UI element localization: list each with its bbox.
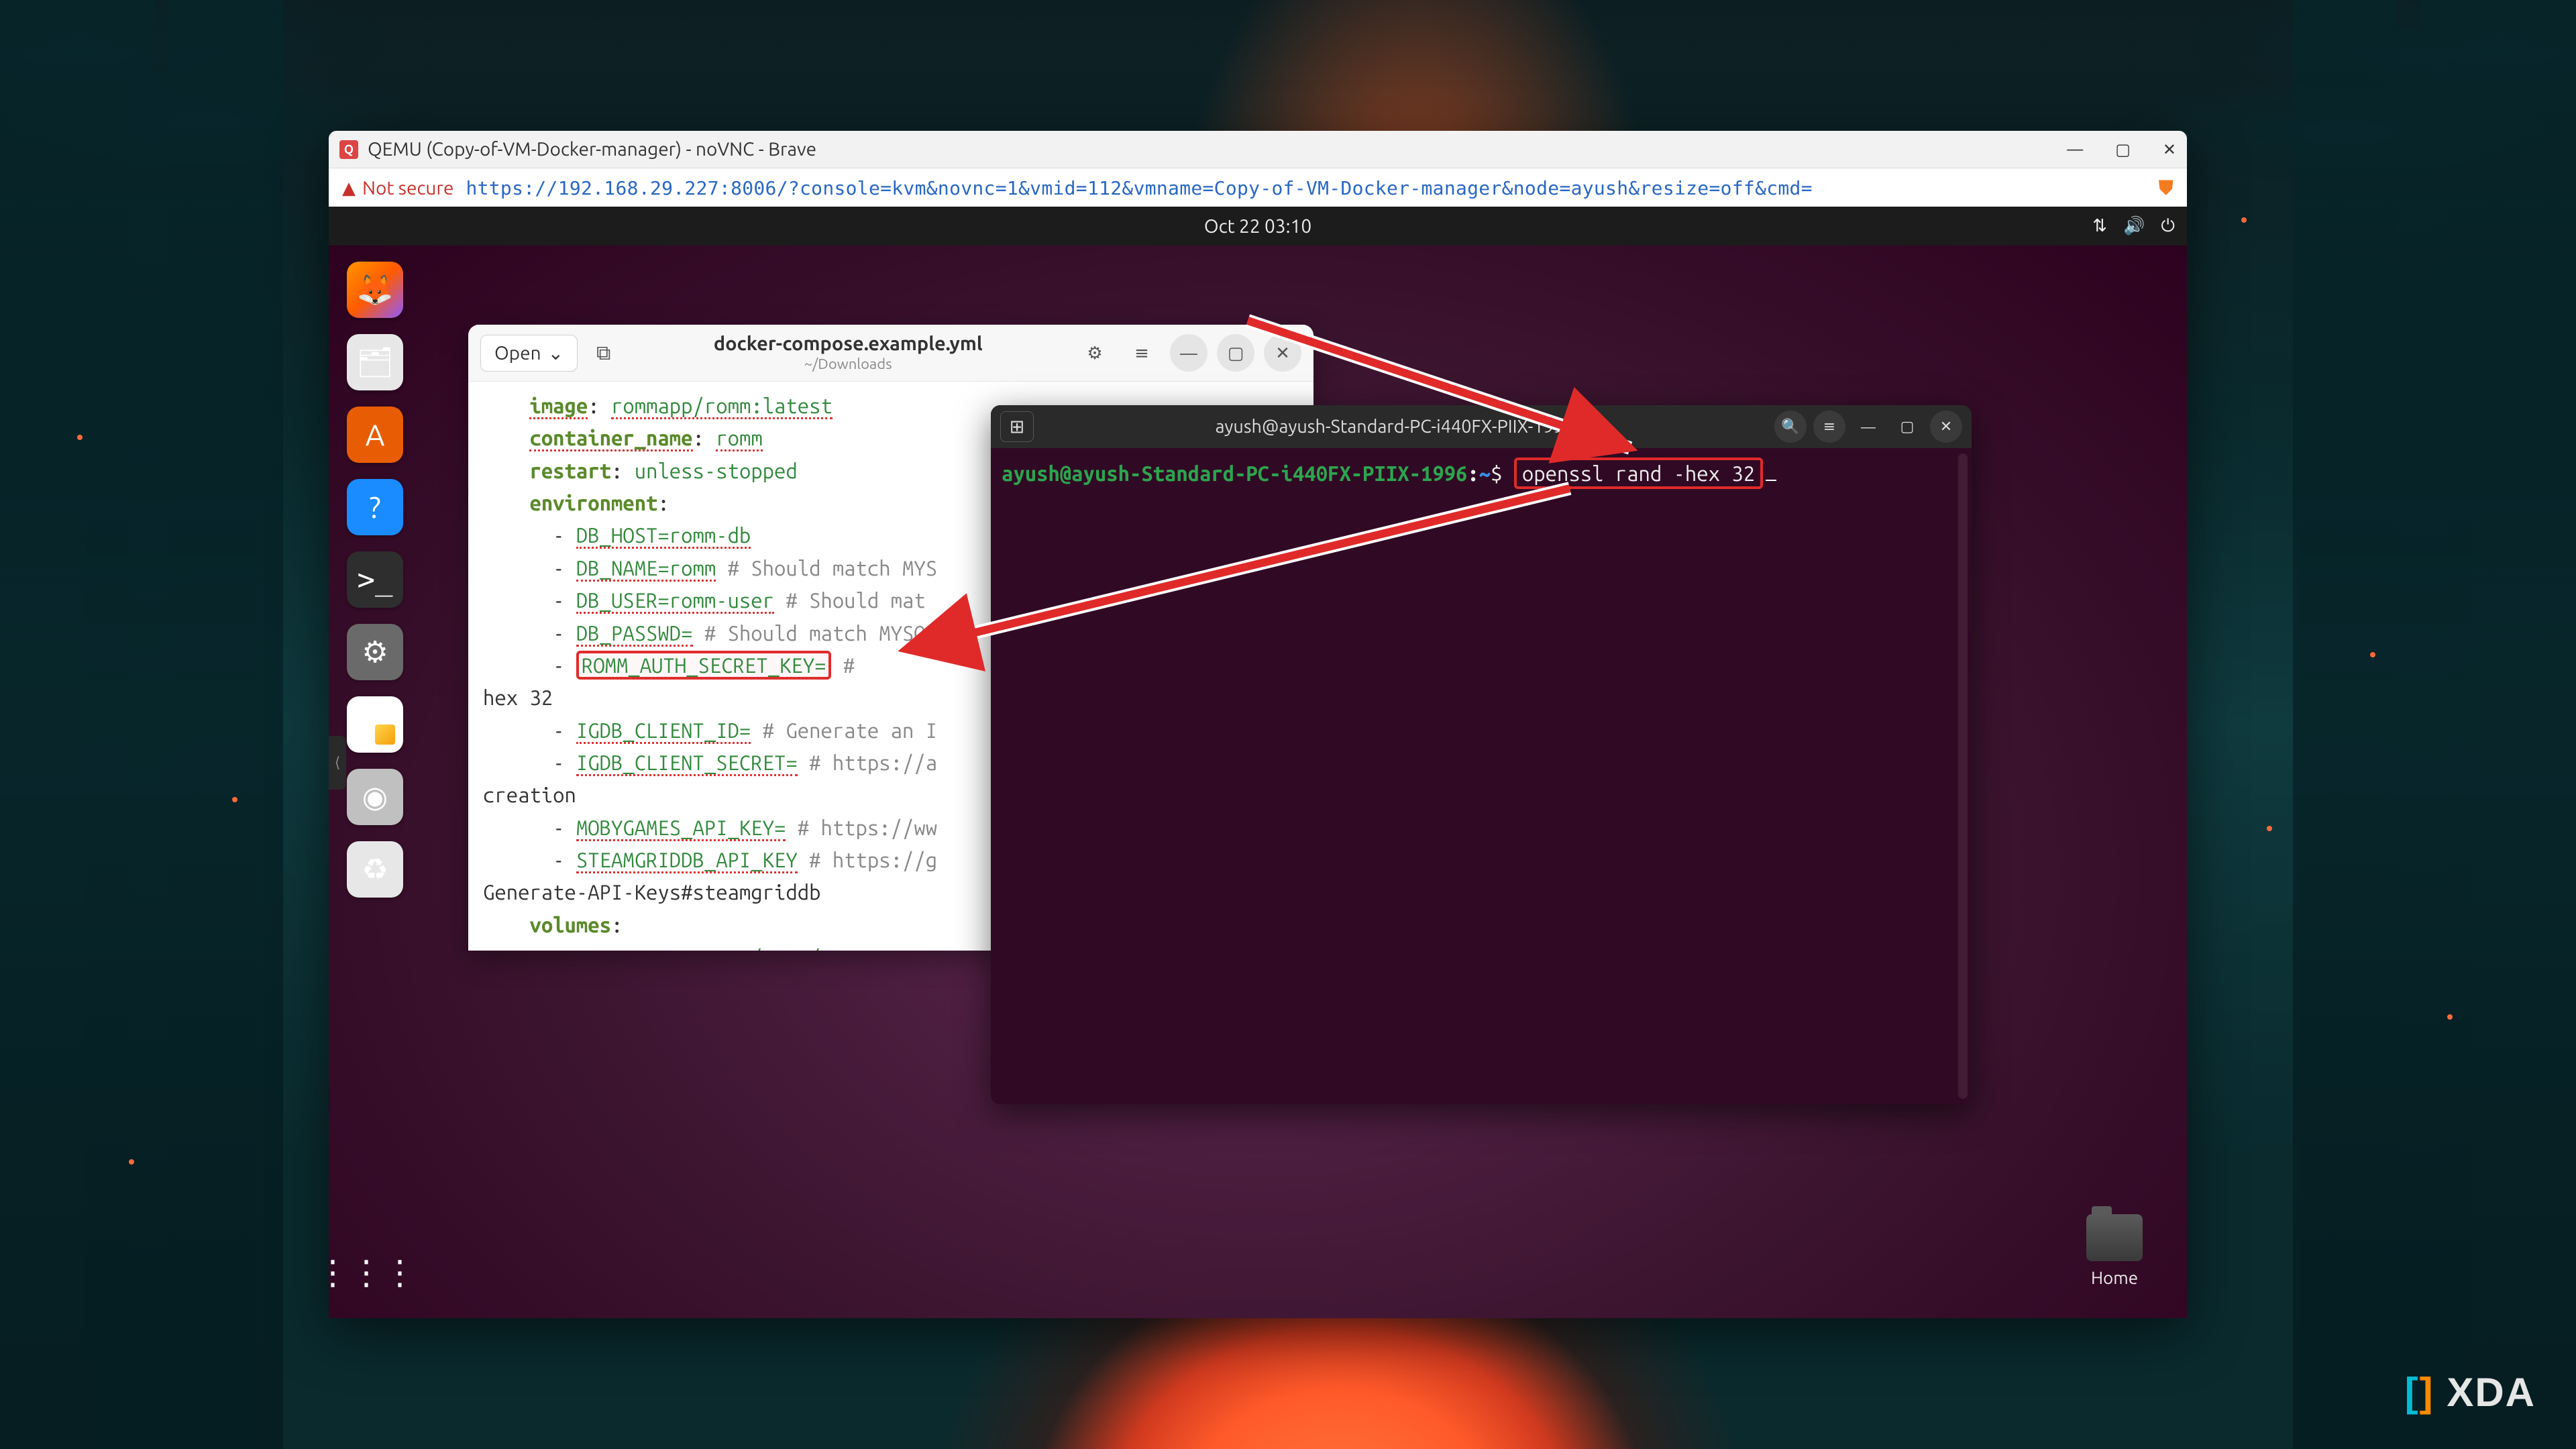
highlight-secret-key: ROMM_AUTH_SECRET_KEY= — [576, 651, 832, 680]
editor-maximize-button[interactable]: ▢ — [1217, 334, 1254, 372]
terminal-icon[interactable]: >_ — [347, 551, 403, 608]
hamburger-menu-icon[interactable]: ≡ — [1813, 411, 1845, 443]
ubuntu-desktop: Oct 22 03:10 ⇅ 🔊 ⏻ ⟨ 🦊 🗂 A ? >_ ⚙ ▁ ◉ ♻ … — [329, 207, 2187, 1318]
gnome-topbar[interactable]: Oct 22 03:10 ⇅ 🔊 ⏻ — [329, 207, 2187, 246]
help-icon[interactable]: ? — [347, 479, 403, 535]
new-tab-button[interactable]: ⊞ — [1000, 411, 1034, 442]
editor-minimize-button[interactable]: — — [1170, 334, 1208, 372]
security-label: Not secure — [362, 178, 453, 199]
window-minimize-button[interactable]: — — [2067, 140, 2083, 159]
home-desktop-icon[interactable]: Home — [2074, 1214, 2155, 1287]
highlight-command: openssl rand -hex 32 — [1514, 458, 1763, 489]
folder-icon — [2086, 1214, 2143, 1261]
terminal-headerbar[interactable]: ⊞ ayush@ayush-Standard-PC-i440FX-PIIX-19… — [991, 405, 1972, 448]
security-indicator[interactable]: ▲ Not secure — [342, 178, 453, 199]
text-cursor — [1766, 480, 1776, 481]
terminal-close-button[interactable]: ✕ — [1930, 411, 1962, 443]
network-icon[interactable]: ⇅ — [2092, 215, 2107, 237]
trash-icon[interactable]: ♻ — [347, 841, 403, 898]
show-apps-icon[interactable]: ⋮⋮⋮ — [338, 1244, 394, 1301]
terminal-window: ⊞ ayush@ayush-Standard-PC-i440FX-PIIX-19… — [991, 405, 1972, 1104]
settings-icon[interactable]: ⚙ — [347, 624, 403, 680]
firefox-icon[interactable]: 🦊 — [347, 262, 403, 318]
editor-filepath: ~/Downloads — [629, 356, 1067, 373]
search-icon[interactable]: 🔍 — [1774, 411, 1807, 443]
editor-close-button[interactable]: ✕ — [1264, 334, 1301, 372]
brave-shield-icon[interactable]: ⛊ — [2159, 176, 2174, 200]
home-label: Home — [2074, 1268, 2155, 1287]
editor-filename: docker-compose.example.yml — [629, 332, 1067, 356]
hamburger-menu-icon[interactable]: ≡ — [1123, 334, 1161, 372]
browser-titlebar[interactable]: Q QEMU (Copy-of-VM-Docker-manager) - noV… — [329, 131, 2187, 168]
scrollbar[interactable] — [1958, 453, 1968, 1099]
terminal-prompt: ayush@ayush-Standard-PC-i440FX-PIIX-1996… — [1002, 462, 1491, 485]
terminal-body[interactable]: ayush@ayush-Standard-PC-i440FX-PIIX-1996… — [991, 448, 1972, 1104]
browser-window: Q QEMU (Copy-of-VM-Docker-manager) - noV… — [329, 131, 2187, 1318]
chevron-down-icon: ⌄ — [548, 342, 564, 364]
terminal-maximize-button[interactable]: ▢ — [1891, 411, 1923, 443]
software-store-icon[interactable]: A — [347, 407, 403, 463]
power-icon[interactable]: ⏻ — [2161, 215, 2175, 237]
editor-headerbar[interactable]: Open ⌄ ⧉ docker-compose.example.yml ~/Do… — [468, 325, 1313, 382]
gear-icon[interactable]: ⚙ — [1076, 334, 1114, 372]
xda-watermark: [] XDA — [2405, 1369, 2536, 1415]
url-text[interactable]: https://192.168.29.227:8006/?console=kvm… — [466, 177, 1812, 199]
browser-address-bar[interactable]: ▲ Not secure https://192.168.29.227:8006… — [329, 168, 2187, 208]
ubuntu-dock: 🦊 🗂 A ? >_ ⚙ ▁ ◉ ♻ — [338, 262, 412, 898]
clock[interactable]: Oct 22 03:10 — [1204, 216, 1311, 237]
terminal-title: ayush@ayush-Standard-PC-i440FX-PIIX-1996… — [1040, 417, 1768, 437]
warning-icon: ▲ — [342, 178, 356, 199]
editor-title: docker-compose.example.yml ~/Downloads — [629, 332, 1067, 373]
text-editor-icon[interactable]: ▁ — [347, 696, 403, 753]
open-button[interactable]: Open ⌄ — [480, 335, 578, 372]
new-tab-button[interactable]: ⧉ — [587, 335, 620, 370]
qemu-icon: Q — [339, 140, 358, 159]
window-maximize-button[interactable]: ▢ — [2115, 140, 2131, 159]
disk-icon[interactable]: ◉ — [347, 769, 403, 825]
window-title: QEMU (Copy-of-VM-Docker-manager) - noVNC… — [368, 139, 816, 160]
terminal-minimize-button[interactable]: — — [1852, 411, 1884, 443]
window-close-button[interactable]: ✕ — [2163, 140, 2176, 159]
volume-icon[interactable]: 🔊 — [2123, 215, 2145, 237]
files-icon[interactable]: 🗂 — [347, 334, 403, 390]
